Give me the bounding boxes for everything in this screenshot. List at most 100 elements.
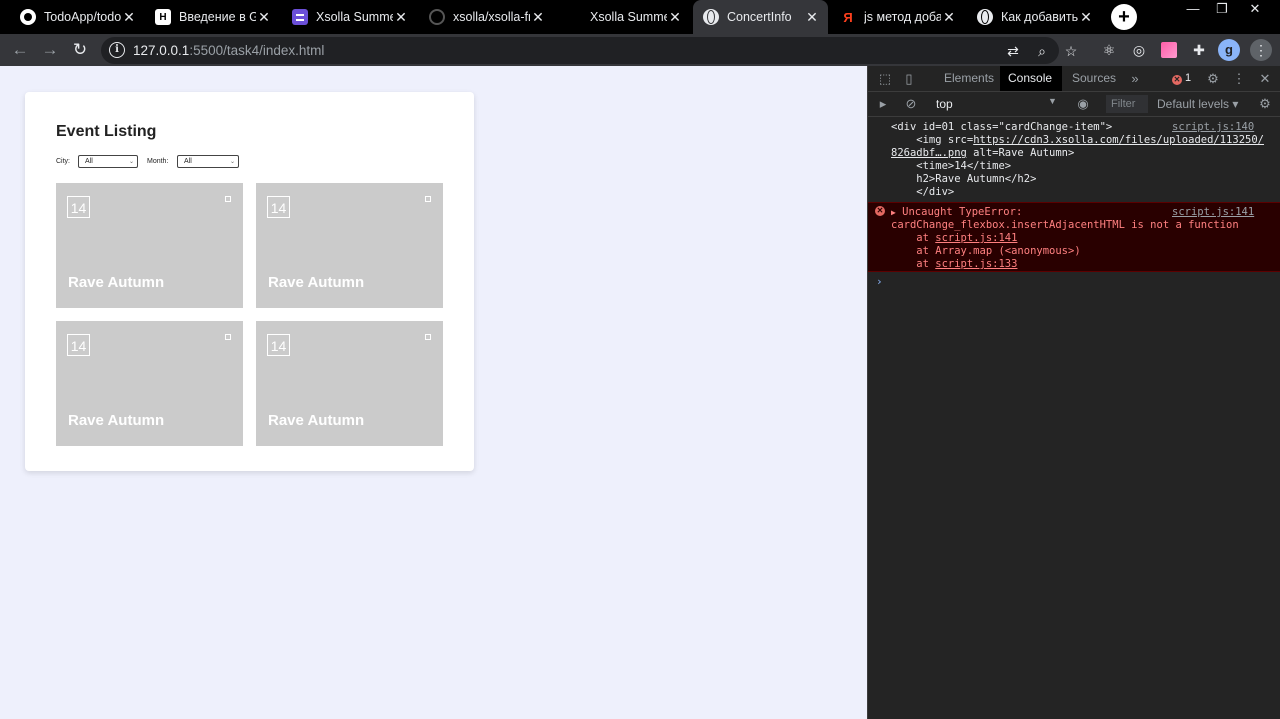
github-icon	[20, 9, 36, 25]
favorite-icon[interactable]	[425, 334, 431, 340]
avatar[interactable]: g	[1218, 39, 1240, 61]
zoom-icon[interactable]: ⌕	[1033, 42, 1051, 60]
figma-icon	[566, 9, 582, 25]
site-info-icon[interactable]: i	[109, 42, 125, 58]
chevron-down-icon: ▼	[1048, 96, 1057, 106]
browser-tab[interactable]: Я js метод добав ✕	[830, 0, 965, 34]
image-url-link[interactable]: https://cdn3.xsolla.com/files/uploaded/1…	[973, 134, 1264, 146]
forward-icon[interactable]: →	[39, 39, 61, 61]
browser-tab[interactable]: TodoApp/todo ✕	[10, 0, 145, 34]
react-devtools-icon[interactable]: ⚛	[1100, 41, 1118, 59]
stack-frame-link[interactable]: script.js:141	[935, 232, 1017, 244]
log-line: </div>	[891, 186, 955, 198]
console-settings-icon[interactable]: ⚙	[1256, 95, 1274, 113]
extension-target-icon[interactable]: ◎	[1130, 41, 1148, 59]
more-tabs-icon[interactable]: »	[1126, 70, 1144, 88]
favorite-icon[interactable]	[225, 196, 231, 202]
browser-tab[interactable]: Xsolla Summer ✕	[282, 0, 417, 34]
extensions-puzzle-icon[interactable]: ✚	[1190, 41, 1208, 59]
close-icon[interactable]: ✕	[941, 9, 957, 26]
back-icon[interactable]: ←	[9, 39, 31, 61]
image-url-link[interactable]: 826adbf….png	[891, 147, 967, 159]
restore-icon[interactable]: ❐	[1207, 0, 1237, 20]
close-icon[interactable]: ✕	[667, 9, 683, 26]
tab-title: Введение в Git	[179, 10, 256, 24]
tab-elements[interactable]: Elements	[936, 66, 1002, 91]
minimize-icon[interactable]: —	[1178, 0, 1208, 20]
clear-console-icon[interactable]: ⊘	[902, 95, 920, 113]
event-card[interactable]: 14 Rave Autumn	[56, 183, 243, 308]
chevron-down-icon: ⌄	[128, 159, 134, 165]
close-icon[interactable]: ✕	[393, 9, 409, 26]
log-line: <img src=https://cdn3.xsolla.com/files/u…	[891, 134, 1264, 146]
stack-frame: at script.js:141	[891, 232, 1018, 244]
globe-icon	[977, 9, 993, 25]
close-icon[interactable]: ✕	[530, 9, 546, 26]
error-headline[interactable]: ▶ Uncaught TypeError:	[891, 206, 1022, 218]
bookmark-star-icon[interactable]: ☆	[1062, 42, 1080, 60]
city-select-value: All	[85, 158, 93, 165]
browser-tab[interactable]: Xsolla Summer ✕	[556, 0, 691, 34]
error-message: cardChange_flexbox.insertAdjacentHTML is…	[891, 219, 1239, 231]
new-tab-button[interactable]: +	[1111, 4, 1137, 30]
live-expression-eye-icon[interactable]: ◉	[1074, 95, 1092, 113]
devtools-menu-icon[interactable]: ⋮	[1230, 70, 1248, 88]
translate-icon[interactable]: ⇄	[1004, 42, 1022, 60]
page-title: Event Listing	[56, 123, 157, 140]
browser-tab[interactable]: H Введение в Git ✕	[145, 0, 280, 34]
extension-gradient-icon[interactable]	[1160, 41, 1178, 59]
error-count-badge[interactable]: ✕ 1	[1172, 72, 1191, 85]
tab-title: Xsolla Summer	[316, 10, 393, 24]
log-line: <div id=01 class="cardChange-item">	[891, 121, 1113, 133]
favorite-icon[interactable]	[225, 334, 231, 340]
city-select[interactable]: All ⌄	[78, 155, 138, 168]
devtools-tabbar: ⬚ ▯ Elements Console Sources » ✕ 1 ⚙ ⋮ ✕	[868, 66, 1280, 92]
stack-frame: at Array.map (<anonymous>)	[891, 245, 1081, 257]
context-selector[interactable]: top	[936, 97, 953, 111]
event-name: Rave Autumn	[268, 412, 365, 429]
tab-title: js метод добав	[864, 10, 941, 24]
browser-tab[interactable]: Как добавить ✕	[967, 0, 1102, 34]
address-bar[interactable]: i 127.0.0.1:5500/task4/index.html ⇄ ⌕ ☆	[101, 37, 1077, 64]
error-source-link[interactable]: script.js:141	[1172, 206, 1254, 218]
log-source-link[interactable]: script.js:140	[1172, 121, 1254, 133]
close-icon[interactable]: ✕	[1078, 9, 1094, 26]
console-prompt[interactable]: ›	[876, 275, 883, 288]
error-icon: ✕	[875, 206, 885, 216]
log-levels-dropdown[interactable]: Default levels ▾	[1157, 97, 1238, 111]
close-icon[interactable]: ✕	[256, 9, 272, 26]
event-name: Rave Autumn	[268, 274, 365, 291]
inspect-element-icon[interactable]: ⬚	[876, 70, 894, 88]
month-select[interactable]: All ⌄	[177, 155, 239, 168]
stack-frame: at script.js:133	[891, 258, 1018, 270]
device-toolbar-icon[interactable]: ▯	[900, 70, 918, 88]
event-card[interactable]: 14 Rave Autumn	[256, 183, 443, 308]
habr-icon: H	[155, 9, 171, 25]
window-close-icon[interactable]: ✕	[1240, 0, 1270, 20]
event-date: 14	[67, 334, 90, 356]
browser-menu-icon[interactable]: ⋮	[1250, 39, 1272, 61]
tab-title: TodoApp/todo	[44, 10, 121, 24]
event-card[interactable]: 14 Rave Autumn	[56, 321, 243, 446]
event-date: 14	[267, 196, 290, 218]
browser-tab[interactable]: xsolla/xsolla-fro ✕	[419, 0, 554, 34]
event-card[interactable]: 14 Rave Autumn	[256, 321, 443, 446]
tab-console[interactable]: Console	[1000, 66, 1062, 91]
close-icon[interactable]: ✕	[804, 9, 820, 26]
close-icon[interactable]: ✕	[121, 9, 137, 26]
reload-icon[interactable]: ↻	[69, 39, 91, 61]
devtools-close-icon[interactable]: ✕	[1256, 70, 1274, 88]
sidebar-toggle-icon[interactable]: ▸	[874, 95, 892, 113]
url-text: 127.0.0.1:5500/task4/index.html	[133, 43, 325, 58]
log-line: 826adbf….png alt=Rave Autumn>	[891, 147, 1075, 159]
settings-gear-icon[interactable]: ⚙	[1204, 70, 1222, 88]
favorite-icon[interactable]	[425, 196, 431, 202]
event-name: Rave Autumn	[68, 274, 165, 291]
console-filter-input[interactable]: Filter	[1106, 95, 1148, 113]
browser-tab-active[interactable]: ConcertInfo ✕	[693, 0, 828, 34]
tab-sources[interactable]: Sources	[1064, 66, 1124, 91]
stack-frame-link[interactable]: script.js:133	[935, 258, 1017, 270]
tab-strip: TodoApp/todo ✕ H Введение в Git ✕ Xsolla…	[0, 0, 1280, 34]
city-label: City:	[56, 158, 70, 165]
month-select-value: All	[184, 158, 192, 165]
